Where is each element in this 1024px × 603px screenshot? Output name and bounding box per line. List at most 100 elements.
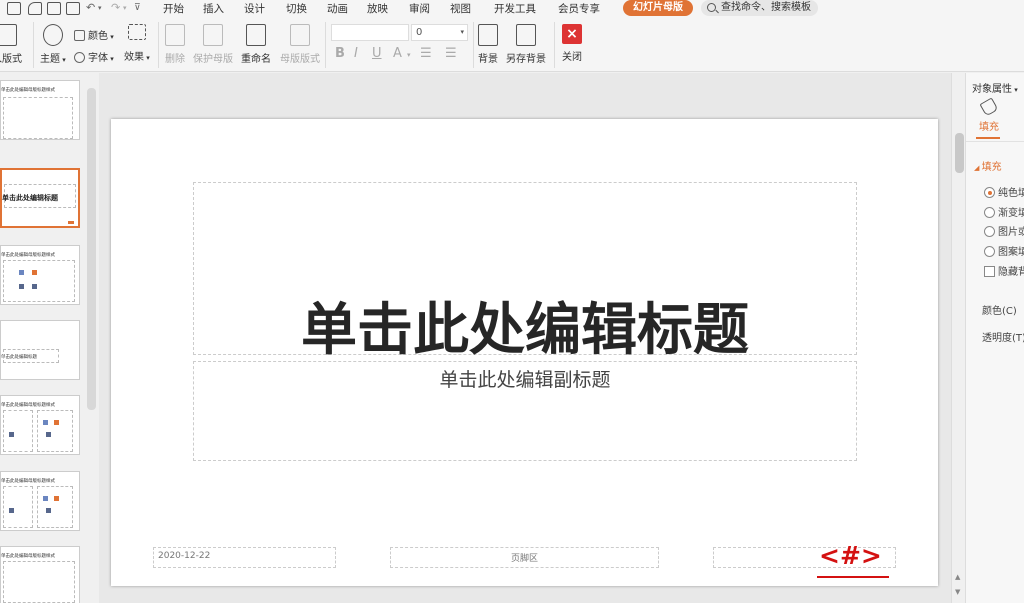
hide-background-checkbox[interactable]: 隐藏背: [984, 263, 1024, 278]
slide-thumbnail-panel: 单击此处编辑母版标题样式 单击此处编辑标题 单击此处编辑母版标题样式 单击此处编…: [0, 73, 99, 603]
ribbon-separator: [158, 22, 159, 68]
slide-canvas: 单击此处编辑标题 单击此处编辑副标题 2020-12-22 页脚区 <#>: [99, 73, 951, 603]
thumbnail-slide-2[interactable]: 单击此处编辑标题: [0, 168, 80, 228]
properties-title[interactable]: 对象属性 ▾: [972, 80, 1018, 95]
thumbnail-slide-7[interactable]: 单击此处编辑母版标题样式: [0, 546, 80, 603]
bold-icon[interactable]: B: [335, 46, 345, 61]
redo-icon[interactable]: ↷: [111, 1, 120, 14]
delete-button[interactable]: 删除: [165, 24, 185, 65]
close-master-button[interactable]: × 关闭: [562, 24, 582, 63]
tab-slideshow[interactable]: 放映: [367, 1, 388, 16]
bullet-list-icon[interactable]: ☰: [420, 46, 432, 61]
thumbnail-title: 单击此处编辑母版标题样式: [1, 403, 55, 408]
background-button[interactable]: 背景: [478, 24, 498, 65]
colors-button[interactable]: 颜色 ▾: [74, 27, 114, 42]
delete-label: 删除: [165, 54, 185, 65]
rename-button[interactable]: 重命名: [241, 24, 271, 65]
save-background-label: 另存背景: [506, 54, 546, 65]
font-color-dropdown-icon[interactable]: ▾: [407, 51, 411, 59]
slide-subtitle[interactable]: 单击此处编辑副标题: [194, 365, 856, 392]
slide: 单击此处编辑标题 单击此处编辑副标题 2020-12-22 页脚区 <#>: [111, 119, 938, 586]
search-icon: [707, 3, 716, 12]
thumbnail-chart-icon: [19, 284, 24, 289]
master-layout-button[interactable]: 母版版式: [280, 24, 320, 65]
effects-button[interactable]: 效果 ▾: [124, 24, 150, 63]
slide-title[interactable]: 单击此处编辑标题: [194, 285, 856, 366]
italic-icon[interactable]: I: [354, 46, 358, 61]
master-layout-icon: [290, 24, 310, 46]
undo-dropdown-icon[interactable]: ▾: [98, 4, 102, 12]
numbered-list-icon[interactable]: ☰: [445, 46, 457, 61]
thumbnail-chart-icon: [9, 432, 14, 437]
master-layout-label: 母版版式: [280, 54, 320, 65]
protect-master-button[interactable]: 保护母版: [193, 24, 233, 65]
tab-transitions[interactable]: 切换: [286, 1, 307, 16]
underline-icon[interactable]: U: [372, 46, 382, 61]
fonts-button[interactable]: 字体 ▾: [74, 49, 114, 64]
thumbnail-slide-4[interactable]: 单击此处编辑标题: [0, 320, 80, 380]
picture-fill-option[interactable]: 图片或: [984, 223, 1024, 238]
pattern-fill-label: 图案填: [998, 247, 1024, 258]
save-background-button[interactable]: 另存背景: [506, 24, 546, 65]
tab-design[interactable]: 设计: [244, 1, 265, 16]
undo-icon[interactable]: ↶: [86, 1, 95, 14]
thumbnail-chart-icon: [43, 496, 48, 501]
save-icon[interactable]: [7, 2, 21, 15]
thumbnail-slide-1[interactable]: 单击此处编辑母版标题样式: [0, 80, 80, 140]
command-search-box[interactable]: 查找命令、搜索模板: [701, 0, 818, 16]
scrollbar-thumb[interactable]: [955, 133, 964, 173]
font-size-box[interactable]: 0 ▾: [411, 24, 468, 41]
font-name-box[interactable]: [331, 24, 409, 41]
fonts-icon: [74, 52, 85, 63]
fill-tab[interactable]: 填充: [976, 97, 1002, 133]
tab-review[interactable]: 审阅: [409, 1, 430, 16]
export-icon[interactable]: [28, 2, 42, 15]
footer-text: 页脚区: [510, 554, 538, 564]
theme-label: 主题: [40, 54, 60, 65]
subtitle-placeholder[interactable]: 单击此处编辑副标题: [193, 361, 857, 461]
rename-label: 重命名: [241, 54, 271, 65]
redo-dropdown-icon[interactable]: ▾: [123, 4, 127, 12]
scroll-up-icon[interactable]: ▲: [955, 573, 960, 581]
colors-icon: [74, 30, 85, 41]
gradient-fill-option[interactable]: 渐变填: [984, 204, 1024, 219]
solid-fill-option[interactable]: 纯色填: [984, 184, 1024, 199]
print-icon[interactable]: [47, 2, 61, 15]
canvas-vertical-scrollbar[interactable]: ▲ ▼: [951, 73, 965, 603]
tab-view[interactable]: 视图: [450, 1, 471, 16]
insert-layout-button[interactable]: 入版式: [0, 24, 22, 65]
tab-insert[interactable]: 插入: [203, 1, 224, 16]
radio: [984, 226, 995, 237]
thumbnail-placeholder: [3, 561, 75, 603]
tab-member[interactable]: 会员专享: [558, 1, 600, 16]
fill-tab-label: 填充: [979, 122, 999, 133]
thumbnail-chart-icon: [32, 270, 37, 275]
print-preview-icon[interactable]: [66, 2, 80, 15]
fill-section-header[interactable]: ◢ 填充: [974, 158, 1002, 173]
pattern-fill-option[interactable]: 图案填: [984, 243, 1024, 258]
tab-animations[interactable]: 动画: [327, 1, 348, 16]
tab-developer[interactable]: 开发工具: [494, 1, 536, 16]
fonts-label: 字体: [88, 53, 108, 64]
radio-selected: [984, 187, 995, 198]
date-placeholder[interactable]: 2020-12-22: [153, 547, 336, 568]
solid-fill-label: 纯色填: [998, 188, 1024, 199]
thumbnail-slide-6[interactable]: 单击此处编辑母版标题样式: [0, 471, 80, 531]
thumbnail-slide-3[interactable]: 单击此处编辑母版标题样式: [0, 245, 80, 305]
tab-home[interactable]: 开始: [163, 1, 184, 16]
close-icon: ×: [562, 24, 582, 44]
thumbnail-scrollbar[interactable]: [87, 88, 96, 410]
thumbnail-chart-icon: [54, 496, 59, 501]
delete-icon: [165, 24, 185, 46]
title-placeholder[interactable]: 单击此处编辑标题: [193, 182, 857, 363]
customize-quick-access-icon[interactable]: ⊽: [134, 3, 141, 13]
theme-button[interactable]: 主题 ▾: [40, 24, 66, 65]
thumbnail-slide-5[interactable]: 单击此处编辑母版标题样式: [0, 395, 80, 455]
tab-slide-master[interactable]: 幻灯片母版: [623, 0, 693, 16]
scroll-down-icon[interactable]: ▼: [955, 588, 960, 596]
slide-number-field[interactable]: <#>: [819, 541, 882, 570]
font-color-icon[interactable]: A: [393, 46, 402, 61]
footer-placeholder[interactable]: 页脚区: [390, 547, 659, 568]
thumbnail-chart-icon: [46, 432, 51, 437]
thumbnail-chart-icon: [46, 508, 51, 513]
